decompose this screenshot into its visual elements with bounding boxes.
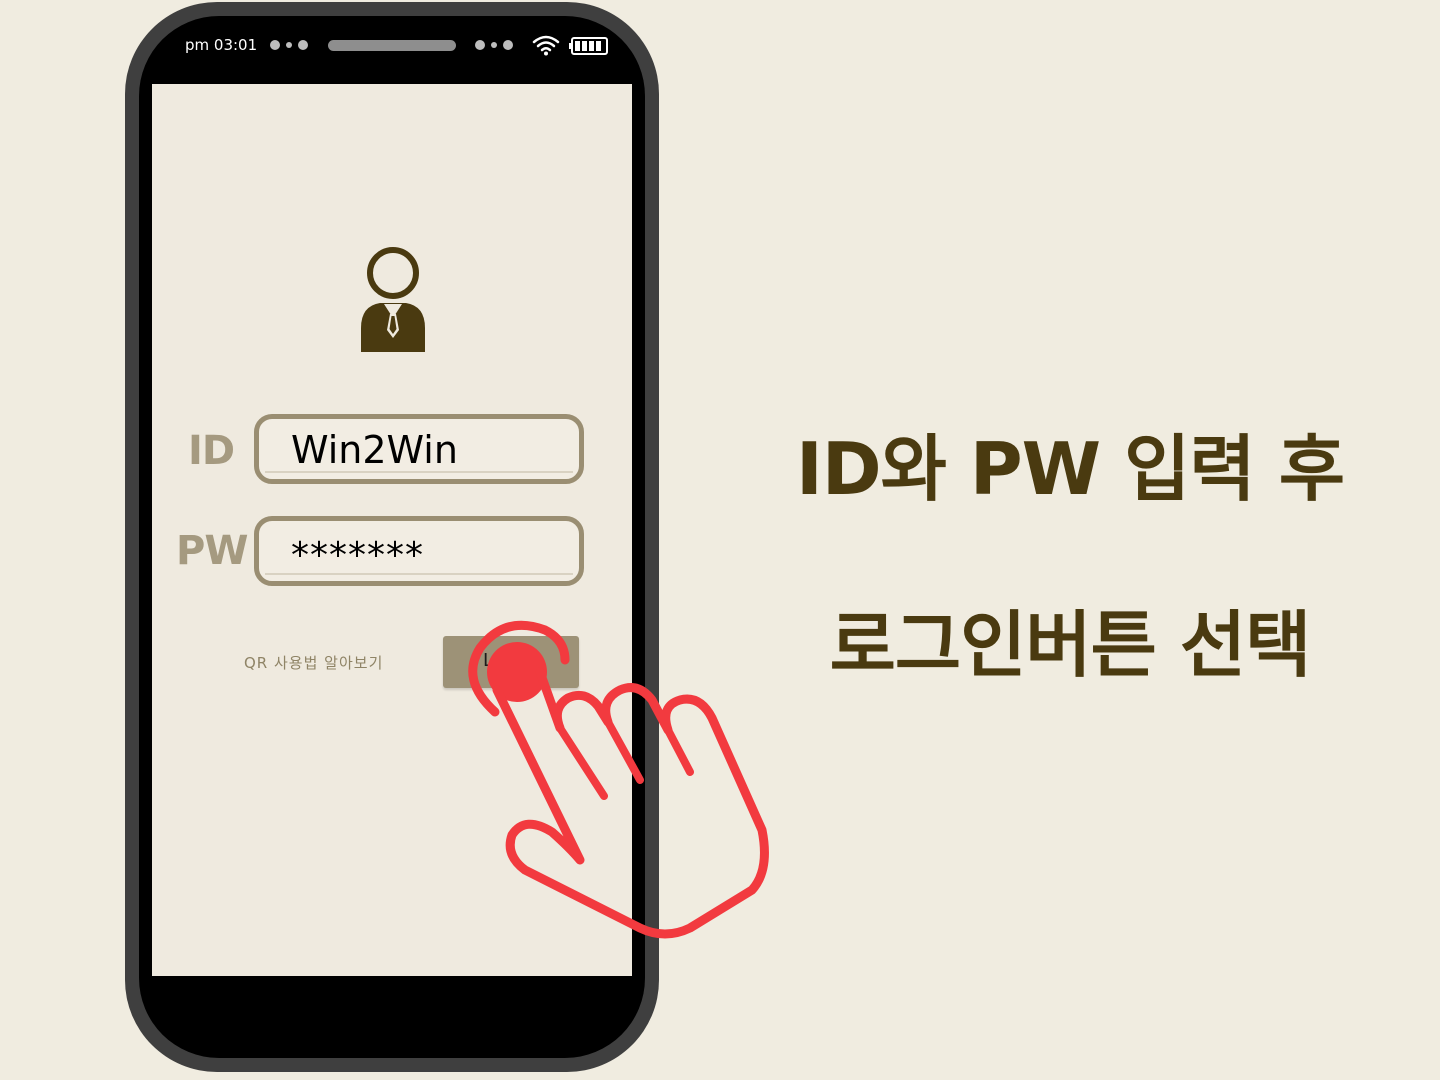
battery-icon [569, 37, 608, 55]
pw-input[interactable]: ******* [254, 516, 584, 586]
id-input[interactable]: Win2Win [254, 414, 584, 484]
user-icon [361, 247, 425, 352]
id-label: ID [188, 428, 235, 474]
status-dots-right [475, 40, 513, 50]
instruction-line-1: ID와 PW 입력 후 [796, 427, 1345, 511]
status-dots-left [270, 40, 308, 50]
pw-label: PW [176, 528, 248, 574]
qr-help-link[interactable]: QR 사용법 알아보기 [244, 652, 383, 673]
id-input-value: Win2Win [291, 428, 458, 472]
wifi-icon [532, 35, 560, 56]
instruction-line-2: 로그인버튼 선택 [829, 603, 1312, 687]
login-button-label: L [483, 650, 494, 671]
login-button[interactable]: L [443, 636, 579, 688]
status-time: pm 03:01 [185, 36, 258, 54]
pw-input-value: ******* [291, 535, 424, 576]
phone-speaker [328, 40, 456, 51]
app-stage: pm 03:01 ID Win2Win PW ******* QR 사용법 알아… [0, 0, 1440, 1080]
